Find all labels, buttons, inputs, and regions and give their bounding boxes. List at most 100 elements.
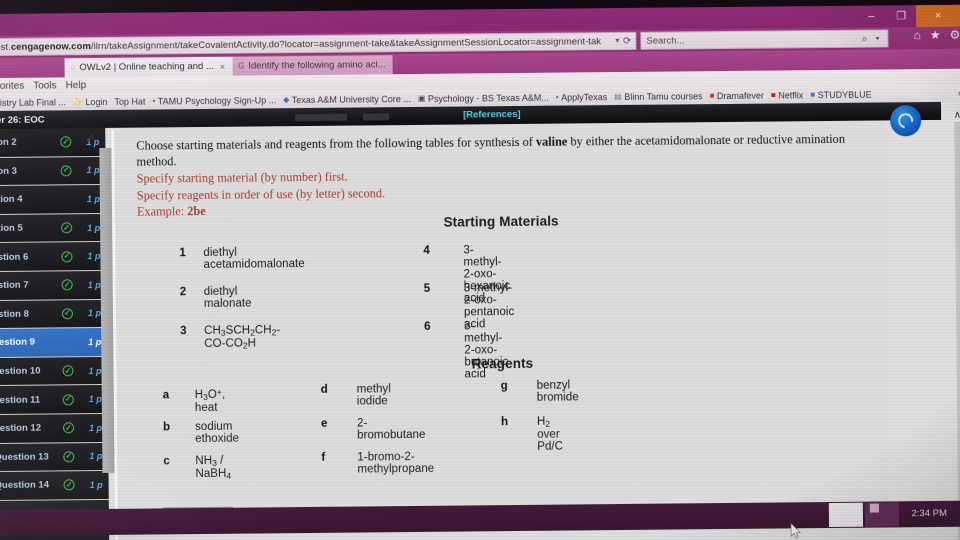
answered-check-icon: ✓ <box>63 479 75 491</box>
refresh-icon[interactable]: ⟳ <box>623 36 631 47</box>
close-button[interactable]: × <box>916 4 960 28</box>
question-rail-label: estion 8 <box>0 308 29 320</box>
favorite-item[interactable]: Top Hat <box>114 96 145 106</box>
question-navigation-rail: tion 2 ✓ 1 p tion 3 ✓ 1 p stion 4 1 p stion 5 ✓ 1 … <box>0 127 110 540</box>
question-rail-label: stion 5 <box>0 222 23 235</box>
assignment-header-ghost-button[interactable] <box>294 113 347 121</box>
table-row: a H3O+, heat <box>163 387 226 415</box>
menu-item-favorites[interactable]: vorites <box>0 80 24 91</box>
photographed-screen: – ❐ × west.cengagenow.com/ilrn/takeAssig… <box>0 0 960 540</box>
tab-close-icon[interactable]: × <box>220 61 225 71</box>
favorite-item[interactable]: ■ Dramafever <box>710 90 764 101</box>
item-key: 6 <box>424 320 431 333</box>
favorite-item[interactable]: ▤ Blinn Tamu courses <box>614 91 703 102</box>
menu-item-help[interactable]: Help <box>66 80 87 91</box>
favorite-item[interactable]: ▣ Psychology - BS Texas A&M... <box>418 92 549 103</box>
favorites-star-icon[interactable]: ★ <box>930 28 941 42</box>
favorite-label: Login <box>85 96 108 107</box>
favorite-favicon-icon: ▣ <box>417 93 426 103</box>
question-rail-item[interactable]: estion 6 ✓ 1 p <box>0 242 107 273</box>
question-rail-item[interactable]: stion 4 1 p <box>0 185 106 215</box>
question-rail-item[interactable]: uestion 9 1 p <box>0 328 108 358</box>
item-key: 2 <box>179 286 187 299</box>
answered-check-icon: ✓ <box>61 279 73 291</box>
chapter-title: pter 26: EOC <box>0 114 45 126</box>
table-row: 1 diethyl acetamidomalonate <box>179 246 304 271</box>
favorite-item[interactable]: ■ Netflix <box>771 90 803 100</box>
minimize-button[interactable]: – <box>856 5 886 27</box>
favorite-item[interactable]: nistry Lab Final ... <box>0 97 66 108</box>
answered-check-icon: ✓ <box>61 222 73 234</box>
rail-collapse-icon[interactable]: ∧ <box>87 130 96 144</box>
taskbar-app-button[interactable] <box>828 502 864 528</box>
table-row: e 2-bromobutane <box>321 417 426 442</box>
table-row: d methyl iodide <box>321 383 391 408</box>
item-key: e <box>320 417 328 430</box>
references-link[interactable]: [References] <box>463 109 521 121</box>
page-scrollbar[interactable] <box>954 121 960 540</box>
search-placeholder: Search... <box>646 34 685 47</box>
item-key: 1 <box>179 247 186 260</box>
table-row: g benzyl bromide <box>501 379 579 404</box>
item-key: h <box>500 416 509 429</box>
item-key: 4 <box>423 244 430 257</box>
favorite-favicon-icon: ✨ <box>72 97 83 107</box>
favorite-favicon-icon: ▤ <box>614 91 622 102</box>
browser-window: – ❐ × west.cengagenow.com/ilrn/takeAssig… <box>0 4 960 540</box>
tray-icon[interactable] <box>869 503 879 513</box>
item-key: c <box>163 455 170 468</box>
favorite-item[interactable]: ■ STUDYBLUE <box>810 89 871 100</box>
table-row: h H2 over Pd/C <box>501 416 563 454</box>
tab-identify-amino-acid[interactable]: G Identify the following amino aci... <box>232 55 393 76</box>
favorite-label: nistry Lab Final ... <box>0 96 67 108</box>
support-ring-glyph <box>895 110 917 132</box>
question-prompt: Choose starting materials and reagents f… <box>136 131 853 220</box>
question-rail-label: uestion 11 <box>0 394 41 406</box>
home-icon[interactable]: ⌂ <box>913 28 920 42</box>
question-points: 1 p <box>86 165 100 176</box>
question-rail-item[interactable]: tion 3 ✓ 1 p <box>0 156 106 187</box>
item-name: H3O+, heat <box>194 386 226 415</box>
favorite-item[interactable]: • TAMU Psychology Sign-Up ... <box>152 95 276 106</box>
question-rail-label: Question 13 <box>0 451 49 463</box>
url-path: /ilrn/takeAssignment/takeCovalentActivit… <box>90 35 602 52</box>
tab-owlv2[interactable]: ◌ OWLv2 | Online teaching and ... × <box>64 56 233 78</box>
question-rail-label: stion 4 <box>0 194 23 206</box>
restore-button[interactable]: ❐ <box>886 5 916 27</box>
favorite-favicon-icon: ◆ <box>283 95 290 105</box>
table-row: f 1-bromo-2-methylpropane <box>321 451 434 476</box>
question-rail-item[interactable]: Question 13 ✓ 1 p <box>0 442 109 473</box>
search-chevron-down-icon[interactable]: ▾ <box>876 35 880 43</box>
page-scroll-up-arrow[interactable]: ∧ <box>954 110 960 121</box>
question-rail-item[interactable]: estion 7 ✓ 1 p <box>0 270 107 301</box>
answered-check-icon: ✓ <box>61 308 74 320</box>
answered-check-icon: ✓ <box>60 136 72 148</box>
question-rail-item[interactable]: uestion 10 ✓ 1 p <box>0 356 108 387</box>
gear-icon[interactable]: ⚙ <box>949 28 960 42</box>
question-rail-item[interactable]: Question 14 ✓ 1 p <box>0 471 109 501</box>
prompt-part-a: Choose starting materials and reagents f… <box>136 134 536 153</box>
chevron-down-icon[interactable]: ▾ <box>615 36 619 45</box>
question-rail-label: tion 3 <box>0 165 17 177</box>
url-text: west.cengagenow.com/ilrn/takeAssignment/… <box>0 36 601 53</box>
item-key: b <box>162 421 171 434</box>
search-input[interactable]: Search... ⌕ ▾ <box>640 29 889 50</box>
question-rail-item[interactable]: estion 8 ✓ 1 p <box>0 299 108 330</box>
question-rail-item[interactable]: uestion 11 ✓ 1 p <box>0 385 108 415</box>
monitor-screen: – ❐ × west.cengagenow.com/ilrn/takeAssig… <box>0 0 960 540</box>
taskbar-clock[interactable]: 2:34 PM <box>911 508 946 519</box>
web-page-content: pter 26: EOC [References] tion 2 ✓ 1 p tion… <box>0 101 960 540</box>
item-name: NH3 / NaBH4 <box>195 454 232 481</box>
assignment-header-ghost-button[interactable] <box>362 112 389 120</box>
question-rail-item[interactable]: uestion 12 ✓ 1 p <box>0 413 109 444</box>
question-rail-item[interactable]: stion 5 ✓ 1 p <box>0 213 107 244</box>
favorite-item[interactable]: • ApplyTexas <box>556 92 607 102</box>
question-rail-label: Question 14 <box>0 479 50 492</box>
favorite-item[interactable]: ✨ Login <box>73 96 108 106</box>
item-key: a <box>162 389 170 402</box>
item-key: g <box>500 380 508 393</box>
search-icon[interactable]: ⌕ <box>862 34 868 45</box>
menu-item-tools[interactable]: Tools <box>33 80 56 91</box>
support-orb-icon[interactable] <box>889 105 922 137</box>
favorite-item[interactable]: ◆ Texas A&M University Core ... <box>283 94 411 105</box>
